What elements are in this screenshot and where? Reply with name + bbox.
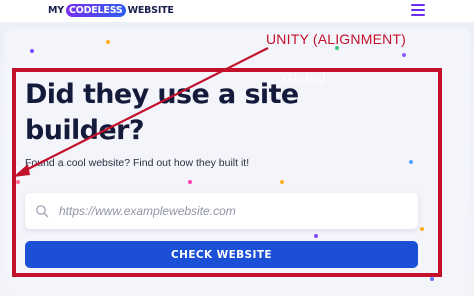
annotation-highlight-frame: [12, 68, 442, 277]
hamburger-menu-icon[interactable]: [411, 4, 425, 16]
confetti-dot: [430, 277, 434, 281]
site-logo[interactable]: MY CODELESS WEBSITE: [48, 2, 174, 18]
logo-text-codeless: CODELESS: [65, 3, 126, 17]
confetti-dot: [30, 49, 34, 53]
logo-text-my: MY: [48, 4, 64, 16]
logo-text-website: WEBSITE: [127, 4, 174, 16]
confetti-dot: [402, 53, 406, 57]
top-navigation-bar: MY CODELESS WEBSITE: [0, 0, 474, 22]
annotation-label: UNITY (ALIGNMENT): [266, 31, 407, 47]
confetti-dot: [106, 40, 110, 44]
